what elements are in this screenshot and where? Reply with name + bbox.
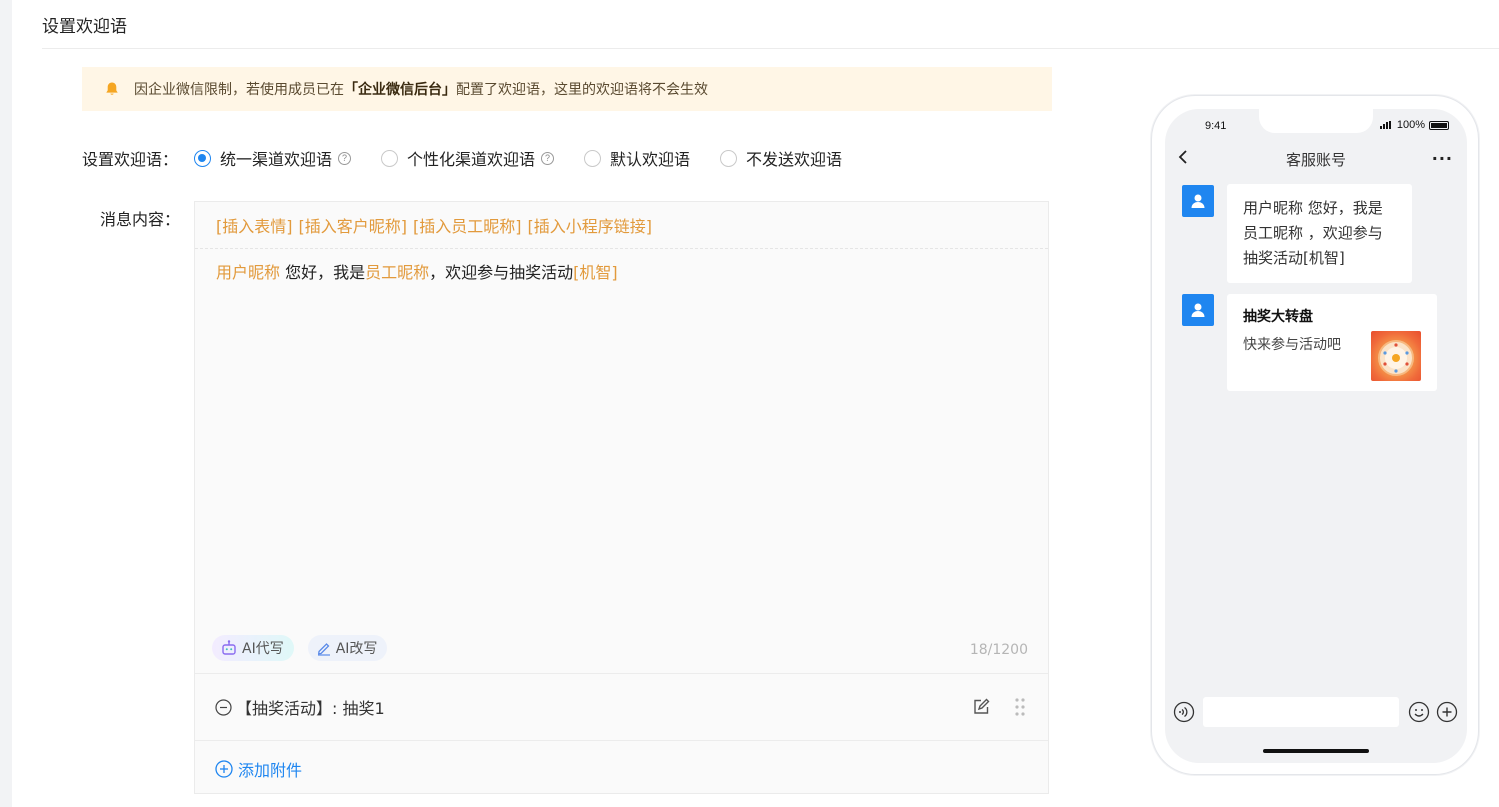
- lucky-wheel-image: [1371, 331, 1421, 381]
- ai-write-button[interactable]: AI代写: [212, 635, 294, 661]
- avatar: [1182, 185, 1214, 217]
- chat-input[interactable]: [1203, 697, 1399, 727]
- phone-notch: [1259, 109, 1373, 133]
- help-icon[interactable]: ?: [541, 151, 555, 165]
- remove-circle-icon[interactable]: [215, 698, 232, 716]
- insert-customer-nickname-button[interactable]: [插入客户昵称]: [299, 213, 408, 237]
- radio-default-welcome[interactable]: 默认欢迎语: [584, 146, 690, 170]
- avatar: [1182, 294, 1214, 326]
- pen-icon: [317, 643, 330, 656]
- battery-percent: 100%: [1396, 119, 1425, 131]
- insert-miniprogram-link-button[interactable]: [插入小程序链接]: [528, 213, 653, 237]
- help-icon[interactable]: ?: [338, 151, 352, 165]
- ai-tools: AI代写 AI改写: [212, 635, 401, 661]
- chat-title: 客服账号: [1285, 151, 1346, 169]
- insert-staff-nickname-button[interactable]: [插入员工昵称]: [413, 213, 522, 237]
- phone-screen: 9:41 100% 客服账号 ··· 用户昵称 您好，我是 员工昵称 ，欢迎参与…: [1165, 109, 1467, 763]
- radio-label: 不发送欢迎语: [746, 150, 843, 169]
- plus-circle-icon: [215, 760, 233, 778]
- emoji-token: [机智]: [573, 263, 618, 282]
- card-description: 快来参与活动吧: [1243, 337, 1341, 353]
- notice-text-highlight: 「企业微信后台」: [344, 82, 456, 98]
- lucky-wheel-icon: [1378, 340, 1414, 376]
- left-sidebar-strip: [0, 0, 12, 807]
- ai-write-label: AI代写: [242, 641, 284, 657]
- message-text: 您好，我是: [280, 263, 366, 282]
- battery-icon: [1429, 120, 1449, 130]
- radio-label: 统一渠道欢迎语: [220, 150, 333, 169]
- signal-icon: [1379, 121, 1392, 129]
- ai-rewrite-button[interactable]: AI改写: [307, 635, 388, 661]
- attachment-item: 【抽奖活动】: 抽奖1: [195, 673, 1048, 741]
- welcome-radio-group: 统一渠道欢迎语 ? 个性化渠道欢迎语 ? 默认欢迎语 不发送欢迎语: [194, 146, 872, 170]
- welcome-setting-label: 设置欢迎语：: [82, 150, 179, 169]
- edit-icon[interactable]: [972, 698, 990, 716]
- radio-circle[interactable]: [584, 149, 602, 167]
- message-content-label: 消息内容：: [100, 210, 181, 229]
- radio-circle[interactable]: [720, 149, 738, 167]
- chat-nav-bar: 客服账号 ···: [1165, 145, 1467, 173]
- voice-icon[interactable]: [1173, 701, 1195, 723]
- notice-text-suffix: 配置了欢迎语，这里的欢迎语将不会生效: [456, 82, 708, 98]
- radio-label: 默认欢迎语: [610, 150, 691, 169]
- radio-circle[interactable]: [381, 149, 399, 167]
- emoji-icon[interactable]: [1408, 701, 1430, 723]
- notice-text-prefix: 因企业微信限制，若使用成员已在: [134, 82, 344, 98]
- message-textarea[interactable]: 用户昵称 您好，我是员工昵称，欢迎参与抽奖活动[机智]: [195, 249, 1048, 297]
- variable-staff-nickname: 员工昵称: [365, 263, 430, 282]
- miniprogram-card[interactable]: 抽奖大转盘 快来参与活动吧: [1227, 294, 1437, 391]
- ai-rewrite-label: AI改写: [335, 641, 378, 657]
- char-counter: 18/1200: [969, 642, 1028, 658]
- add-attachment-label: 添加附件: [238, 761, 303, 780]
- radio-label: 个性化渠道欢迎语: [407, 150, 536, 169]
- drag-handle-icon[interactable]: [1014, 697, 1026, 717]
- message-editor: [插入表情] [插入客户昵称] [插入员工昵称] [插入小程序链接] 用户昵称 …: [194, 201, 1049, 794]
- add-attachment-button[interactable]: 添加附件: [215, 757, 302, 781]
- notice-banner: 因企业微信限制，若使用成员已在 「企业微信后台」 配置了欢迎语，这里的欢迎语将不会生…: [82, 67, 1052, 111]
- radio-no-welcome[interactable]: 不发送欢迎语: [720, 146, 842, 170]
- user-icon: [1191, 303, 1205, 317]
- attachment-label: 【抽奖活动】: 抽奖1: [236, 699, 385, 718]
- phone-preview: 9:41 100% 客服账号 ··· 用户昵称 您好，我是 员工昵称 ，欢迎参与…: [1151, 95, 1479, 775]
- editor-toolbar: [插入表情] [插入客户昵称] [插入员工昵称] [插入小程序链接]: [195, 202, 1048, 249]
- radio-personalized-channel[interactable]: 个性化渠道欢迎语 ?: [381, 146, 555, 170]
- insert-emoji-button[interactable]: [插入表情]: [216, 213, 293, 237]
- bell-icon: [106, 82, 118, 95]
- user-icon: [1191, 194, 1205, 208]
- chat-input-bar: [1165, 689, 1467, 735]
- robot-icon: [222, 640, 236, 655]
- more-icon[interactable]: ···: [1432, 149, 1453, 168]
- page-title: 设置欢迎语: [42, 17, 127, 37]
- title-divider: [42, 48, 1499, 49]
- chat-bubble-text: 用户昵称 您好，我是 员工昵称 ，欢迎参与抽奖活动[机智]: [1227, 184, 1412, 283]
- radio-circle-checked[interactable]: [194, 149, 211, 167]
- status-time: 9:41: [1205, 120, 1227, 132]
- status-indicators: 100%: [1379, 119, 1449, 131]
- plus-icon[interactable]: [1436, 701, 1458, 723]
- variable-user-nickname: 用户昵称: [216, 263, 281, 282]
- card-title: 抽奖大转盘: [1243, 309, 1313, 325]
- message-text: ，欢迎参与抽奖活动: [429, 263, 574, 282]
- home-indicator: [1263, 749, 1369, 753]
- radio-unified-channel[interactable]: 统一渠道欢迎语 ?: [194, 146, 352, 170]
